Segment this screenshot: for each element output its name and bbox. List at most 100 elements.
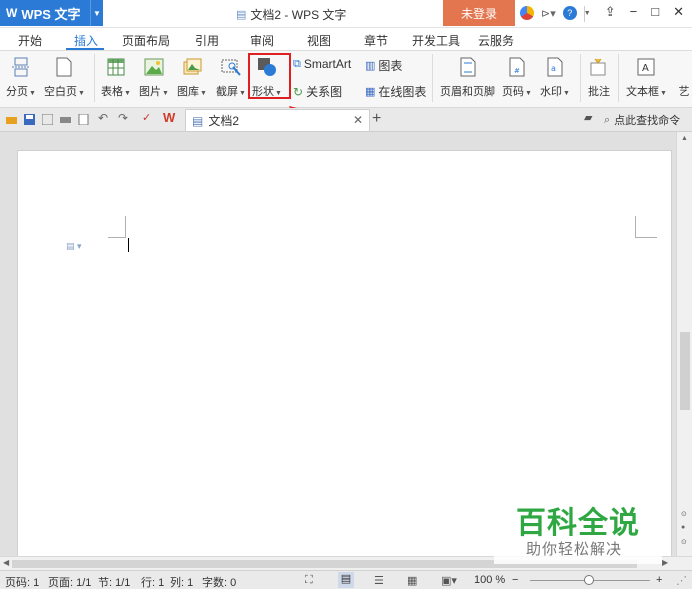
format-painter-icon[interactable]: ✓ bbox=[142, 111, 151, 124]
print-icon[interactable] bbox=[60, 114, 71, 125]
divider bbox=[580, 54, 581, 102]
document-tab[interactable]: ▤ 文档2 ✕ bbox=[185, 109, 370, 131]
page-view-icon[interactable]: ▤ bbox=[338, 572, 354, 588]
tab-home[interactable]: 开始 bbox=[18, 32, 42, 49]
undo-icon[interactable]: ↶ bbox=[98, 111, 108, 125]
zoom-level[interactable]: 100 % bbox=[474, 574, 505, 586]
online-chart-button[interactable]: ▦ 在线图表 bbox=[365, 83, 426, 100]
tab-insert[interactable]: 插入 bbox=[74, 32, 98, 49]
maximize-icon[interactable]: □ bbox=[651, 4, 659, 20]
picture-button[interactable]: 图片▼ bbox=[139, 57, 169, 99]
header-footer-label: 页眉和页脚 bbox=[440, 86, 495, 98]
status-row[interactable]: 行: 1 bbox=[141, 574, 164, 589]
prev-page-icon[interactable]: ⊙ bbox=[681, 510, 687, 518]
status-word-count[interactable]: 字数: 0 bbox=[202, 574, 236, 589]
wps-home-icon[interactable]: W bbox=[163, 110, 175, 125]
screenshot-icon bbox=[221, 57, 241, 77]
blank-page-button[interactable]: 空白页▼ bbox=[44, 57, 85, 99]
table-button[interactable]: 表格▼ bbox=[101, 57, 131, 99]
scroll-right-icon[interactable]: ▶ bbox=[662, 558, 668, 567]
status-pages[interactable]: 页面: 1/1 bbox=[48, 574, 91, 589]
status-column[interactable]: 列: 1 bbox=[170, 574, 193, 589]
page-break-label: 分页 bbox=[6, 86, 28, 98]
close-icon[interactable]: ✕ bbox=[673, 4, 684, 20]
document-icon: ▤ bbox=[236, 9, 247, 21]
smartart-button[interactable]: ⧉ SmartArt bbox=[293, 57, 351, 71]
tab-review[interactable]: 审阅 bbox=[250, 32, 274, 49]
art-text-button[interactable]: 艺 bbox=[674, 57, 692, 99]
app-menu-button[interactable]: W WPS 文字 bbox=[0, 0, 90, 26]
tab-chapter[interactable]: 章节 bbox=[364, 32, 388, 49]
scroll-left-icon[interactable]: ◀ bbox=[3, 558, 9, 567]
find-command-search[interactable]: ⌕ 点此查找命令 bbox=[604, 112, 680, 128]
restore-ribbon-icon[interactable]: ⇪ bbox=[605, 4, 616, 20]
page-number-button[interactable]: # 页码▼ bbox=[502, 57, 532, 99]
paragraph-layout-icon[interactable]: ▤ ▾ bbox=[66, 241, 82, 252]
vertical-scroll-thumb[interactable] bbox=[680, 332, 690, 410]
tab-view[interactable]: 视图 bbox=[307, 32, 331, 49]
search-icon: ⌕ bbox=[604, 113, 611, 126]
print-preview-icon[interactable] bbox=[78, 114, 89, 125]
comment-button[interactable]: 批注 bbox=[588, 57, 610, 99]
zoom-slider-handle[interactable] bbox=[584, 575, 594, 585]
new-tab-icon[interactable]: + bbox=[372, 110, 381, 128]
status-section[interactable]: 节: 1/1 bbox=[98, 574, 130, 589]
scroll-up-icon[interactable]: ▲ bbox=[681, 135, 688, 142]
status-bar: 页码: 1 页面: 1/1 节: 1/1 行: 1 列: 1 字数: 0 ⛶ ▤… bbox=[0, 570, 692, 589]
shape-highlight-box bbox=[248, 53, 291, 99]
online-chart-label: 在线图表 bbox=[378, 85, 427, 99]
watermark-button[interactable]: a 水印▼ bbox=[540, 57, 570, 99]
smartart-icon: ⧉ bbox=[293, 57, 301, 70]
zoom-out-icon[interactable]: − bbox=[512, 574, 518, 586]
title-bar: W WPS 文字 ▼ ▤ 文档2 - WPS 文字 未登录 ⊳▾ ? ▼ ⇪ −… bbox=[0, 0, 692, 28]
site-watermark: 百科全说 助你轻松解决 bbox=[494, 496, 662, 564]
chart-button[interactable]: ▥ 图表 bbox=[365, 57, 402, 74]
save-icon[interactable] bbox=[24, 114, 35, 125]
login-button[interactable]: 未登录 bbox=[443, 0, 515, 26]
skin-icon[interactable] bbox=[520, 6, 534, 20]
picture-icon bbox=[144, 57, 164, 77]
textbox-button[interactable]: A 文本框▼ bbox=[626, 57, 667, 99]
app-menu-dropdown-icon[interactable]: ▼ bbox=[90, 0, 103, 26]
textbox-icon: A bbox=[636, 57, 656, 77]
tab-developer[interactable]: 开发工具 bbox=[412, 32, 460, 49]
divider bbox=[94, 54, 95, 102]
pin-icon[interactable]: ▰ bbox=[584, 111, 592, 124]
help-icon[interactable]: ? bbox=[562, 6, 577, 20]
vertical-scrollbar[interactable]: ▲ ⊙ ● ⊙ bbox=[676, 132, 692, 556]
reading-view-icon[interactable]: ▣▾ bbox=[441, 574, 457, 587]
zoom-in-icon[interactable]: + bbox=[656, 574, 662, 586]
window-title: ▤ 文档2 - WPS 文字 bbox=[236, 6, 346, 23]
find-command-label: 点此查找命令 bbox=[614, 115, 681, 127]
page-number-icon: # bbox=[507, 57, 527, 77]
text-cursor bbox=[128, 238, 129, 252]
tab-cloud[interactable]: 云服务 bbox=[478, 32, 514, 49]
save-as-icon[interactable] bbox=[42, 114, 53, 125]
select-browse-icon[interactable]: ● bbox=[681, 524, 685, 531]
next-page-icon[interactable]: ⊙ bbox=[681, 538, 687, 546]
redo-icon[interactable]: ↷ bbox=[118, 111, 128, 125]
tab-page-layout[interactable]: 页面布局 bbox=[122, 32, 170, 49]
resize-grip-icon[interactable]: ⋰ bbox=[676, 574, 687, 587]
art-text-label: 艺 bbox=[678, 86, 690, 98]
open-icon[interactable] bbox=[6, 114, 17, 125]
web-view-icon[interactable]: ▦ bbox=[407, 574, 417, 587]
document-area: ▤ ▾ bbox=[0, 132, 676, 570]
wps-logo-icon: W bbox=[6, 6, 18, 20]
share-icon[interactable]: ⊳▾ bbox=[541, 7, 556, 20]
header-footer-button[interactable]: 页眉和页脚 bbox=[440, 57, 495, 99]
focus-mode-icon[interactable]: ⛶ bbox=[305, 574, 313, 587]
watermark-subtitle: 助你轻松解决 bbox=[526, 541, 623, 558]
gallery-button[interactable]: 图库▼ bbox=[177, 57, 207, 99]
screenshot-button[interactable]: 截屏▼ bbox=[216, 57, 246, 99]
minimize-icon[interactable]: − bbox=[630, 4, 638, 20]
close-tab-icon[interactable]: ✕ bbox=[353, 113, 363, 127]
tab-references[interactable]: 引用 bbox=[195, 32, 219, 49]
window-title-text: 文档2 - WPS 文字 bbox=[250, 8, 347, 22]
outline-view-icon[interactable]: ☰ bbox=[374, 574, 384, 587]
status-page-number[interactable]: 页码: 1 bbox=[5, 574, 39, 589]
page-break-button[interactable]: 分页▼ bbox=[6, 57, 36, 99]
relation-chart-button[interactable]: ↻ 关系图 bbox=[293, 83, 342, 100]
active-tab-indicator bbox=[66, 48, 104, 50]
relation-chart-icon: ↻ bbox=[293, 84, 304, 99]
